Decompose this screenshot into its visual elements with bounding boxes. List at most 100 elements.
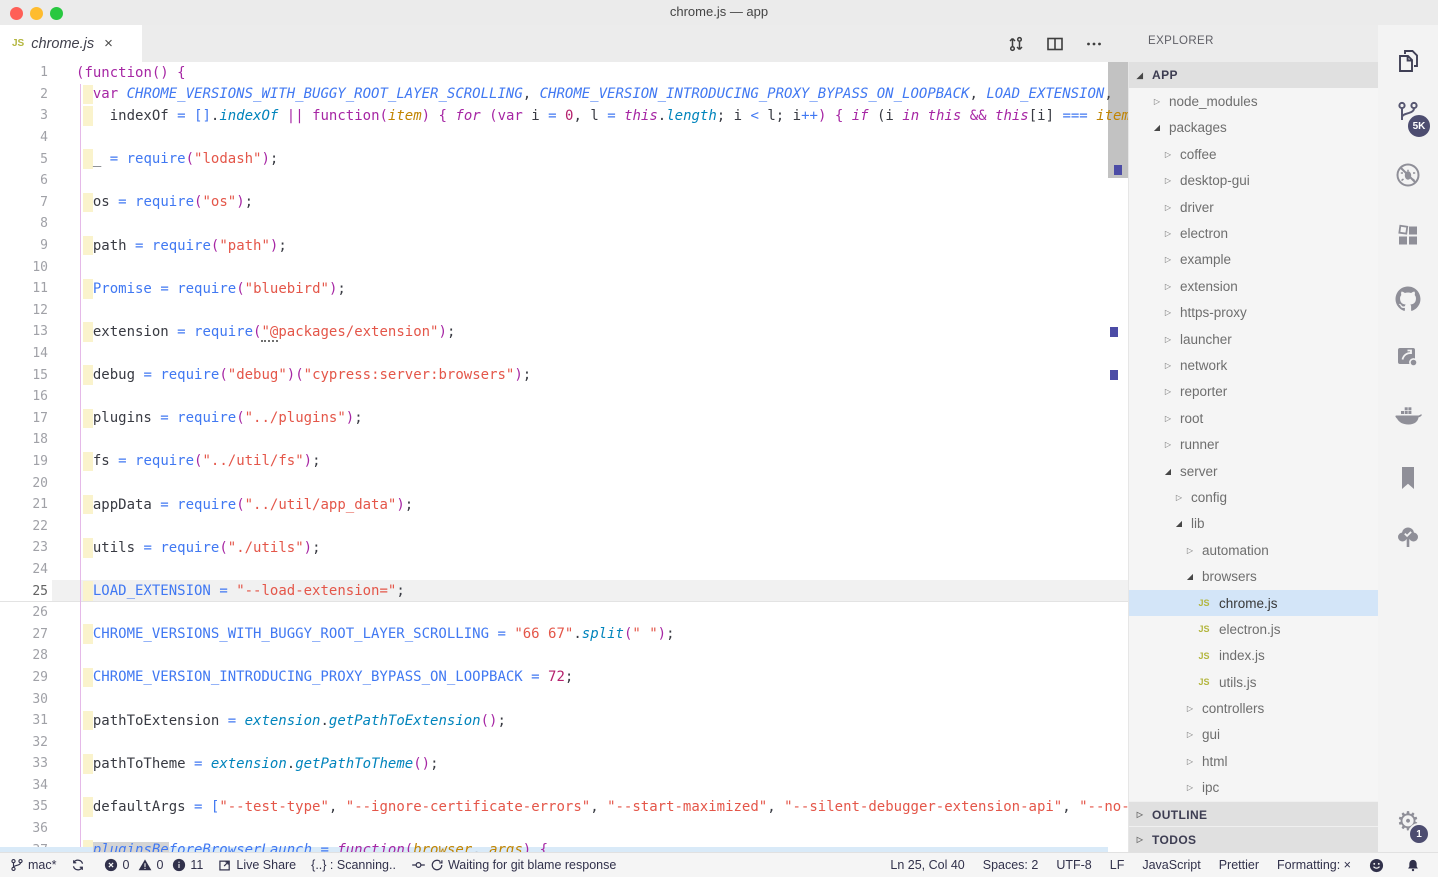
section-outline[interactable]: ▷OUTLINE (1129, 801, 1378, 827)
split-editor-icon[interactable] (1044, 33, 1065, 54)
status-item-ln-25-col-40[interactable]: Ln 25, Col 40 (872, 858, 964, 872)
code-line[interactable]: 8 (0, 213, 1128, 235)
code-line[interactable]: 16 (0, 386, 1128, 408)
code-line[interactable]: 18 (0, 429, 1128, 451)
code-line[interactable]: 36 (0, 818, 1128, 840)
activity-testing-button[interactable] (1378, 518, 1438, 562)
status-item-spaces-2[interactable]: Spaces: 2 (965, 858, 1039, 872)
activity-docker-button[interactable] (1378, 395, 1438, 439)
more-actions-icon[interactable] (1083, 33, 1104, 54)
tree-folder-driver[interactable]: ▷driver (1129, 194, 1378, 220)
code-line[interactable]: 11 Promise = require("bluebird"); (0, 278, 1128, 300)
tree-file-utils-js[interactable]: JSutils.js (1129, 669, 1378, 695)
status-item[interactable] (1351, 858, 1388, 873)
section-app[interactable]: ◢ APP (1129, 62, 1378, 88)
status-item-formatting-[interactable]: Formatting: × (1259, 858, 1351, 872)
tree-folder-extension[interactable]: ▷extension (1129, 273, 1378, 299)
tree-folder-coffee[interactable]: ▷coffee (1129, 141, 1378, 167)
tree-folder-browsers[interactable]: ◢browsers (1129, 563, 1378, 589)
tree-file-chrome-js[interactable]: JSchrome.js (1129, 590, 1378, 616)
code-line[interactable]: 6 (0, 170, 1128, 192)
open-changes-icon[interactable] (1005, 33, 1026, 54)
code-line[interactable]: 22 (0, 515, 1128, 537)
code-line[interactable]: 25 LOAD_EXTENSION = "--load-extension="; (0, 580, 1128, 602)
section-todos[interactable]: ▷TODOS (1129, 826, 1378, 852)
code-line[interactable]: 15 debug = require("debug")("cypress:ser… (0, 364, 1128, 386)
code-line[interactable]: 32 (0, 731, 1128, 753)
tree-folder-automation[interactable]: ▷automation (1129, 537, 1378, 563)
tree-folder-root[interactable]: ▷root (1129, 405, 1378, 431)
status-item-lf[interactable]: LF (1092, 858, 1125, 872)
code-line[interactable]: 33 pathToTheme = extension.getPathToThem… (0, 753, 1128, 775)
code-line[interactable]: 20 (0, 472, 1128, 494)
tree-file-electron-js[interactable]: JSelectron.js (1129, 616, 1378, 642)
code-line[interactable]: 19 fs = require("../util/fs"); (0, 451, 1128, 473)
code-line[interactable]: 29 CHROME_VERSION_INTRODUCING_PROXY_BYPA… (0, 667, 1128, 689)
status-item-prettier[interactable]: Prettier (1201, 858, 1259, 872)
code-line[interactable]: 30 (0, 688, 1128, 710)
code-line[interactable]: 13 extension = require("@packages/extens… (0, 321, 1128, 343)
tree-folder-reporter[interactable]: ▷reporter (1129, 379, 1378, 405)
tree-folder-launcher[interactable]: ▷launcher (1129, 326, 1378, 352)
code-line[interactable]: 10 (0, 256, 1128, 278)
status-item[interactable] (1388, 858, 1424, 873)
tree-folder-config[interactable]: ▷config (1129, 484, 1378, 510)
status-item-live-share[interactable]: Live Share (218, 858, 296, 872)
activity-source-control-button[interactable]: 5K (1378, 93, 1438, 137)
code-line[interactable]: 24 (0, 559, 1128, 581)
code-line[interactable]: 17 plugins = require("../plugins"); (0, 408, 1128, 430)
tree-folder-ipc[interactable]: ▷ipc (1129, 775, 1378, 801)
tree-folder-https-proxy[interactable]: ▷https-proxy (1129, 300, 1378, 326)
status-item-utf-8[interactable]: UTF-8 (1038, 858, 1091, 872)
code-line[interactable]: 5 _ = require("lodash"); (0, 148, 1128, 170)
status-item-0[interactable]: 0 (138, 858, 163, 872)
code-line[interactable]: 35 defaultArgs = ["--test-type", "--igno… (0, 796, 1128, 818)
tree-folder-node-modules[interactable]: ▷node_modules (1129, 88, 1378, 114)
status-item-mac-[interactable]: mac* (10, 858, 56, 872)
vertical-scrollbar[interactable] (1108, 62, 1128, 852)
code-line[interactable]: 26 (0, 602, 1128, 624)
tree-folder-desktop-gui[interactable]: ▷desktop-gui (1129, 168, 1378, 194)
code-line[interactable]: 28 (0, 645, 1128, 667)
status-item-11[interactable]: 11 (172, 858, 203, 872)
status-item-0[interactable]: 0 (104, 858, 129, 872)
code-line[interactable]: 14 (0, 343, 1128, 365)
tree-folder-runner[interactable]: ▷runner (1129, 431, 1378, 457)
code-line[interactable]: 34 (0, 775, 1128, 797)
status-item[interactable] (71, 858, 89, 872)
tree-folder-lib[interactable]: ◢lib (1129, 511, 1378, 537)
tree-file-index-js[interactable]: JSindex.js (1129, 643, 1378, 669)
code-line[interactable]: 9 path = require("path"); (0, 235, 1128, 257)
code-line[interactable]: 31 pathToExtension = extension.getPathTo… (0, 710, 1128, 732)
tree-folder-packages[interactable]: ◢packages (1129, 115, 1378, 141)
activity-settings-button[interactable]: ⚙1 (1378, 799, 1438, 843)
code-editor[interactable]: 1(function() {2 var CHROME_VERSIONS_WITH… (0, 62, 1128, 852)
code-line[interactable]: 2 var CHROME_VERSIONS_WITH_BUGGY_ROOT_LA… (0, 84, 1128, 106)
code-line[interactable]: 1(function() { (0, 62, 1128, 84)
status-item-waiting-for-git-blame-re[interactable]: Waiting for git blame response (411, 858, 616, 872)
activity-extensions-button[interactable] (1378, 216, 1438, 260)
code-line[interactable]: 12 (0, 300, 1128, 322)
status-item--scanning-[interactable]: {..} : Scanning.. (311, 858, 396, 872)
tree-folder-server[interactable]: ◢server (1129, 458, 1378, 484)
tree-folder-example[interactable]: ▷example (1129, 247, 1378, 273)
code-line[interactable]: 23 utils = require("./utils"); (0, 537, 1128, 559)
activity-github-button[interactable] (1378, 279, 1438, 323)
tree-folder-electron[interactable]: ▷electron (1129, 220, 1378, 246)
activity-explorer-button[interactable] (1378, 41, 1438, 85)
code-line[interactable]: 4 (0, 127, 1128, 149)
activity-live-share-button[interactable] (1378, 337, 1438, 381)
activity-bookmarks-button[interactable] (1378, 458, 1438, 502)
code-line[interactable]: 27 CHROME_VERSIONS_WITH_BUGGY_ROOT_LAYER… (0, 623, 1128, 645)
tree-folder-gui[interactable]: ▷gui (1129, 722, 1378, 748)
tree-folder-controllers[interactable]: ▷controllers (1129, 695, 1378, 721)
tree-folder-html[interactable]: ▷html (1129, 748, 1378, 774)
close-tab-icon[interactable]: × (104, 36, 113, 51)
status-item-javascript[interactable]: JavaScript (1124, 858, 1200, 872)
code-line[interactable]: 3 indexOf = [].indexOf || function(item)… (0, 105, 1128, 127)
activity-debug-button[interactable] (1378, 155, 1438, 199)
tree-folder-network[interactable]: ▷network (1129, 352, 1378, 378)
code-line[interactable]: 7 os = require("os"); (0, 192, 1128, 214)
code-line[interactable]: 21 appData = require("../util/app_data")… (0, 494, 1128, 516)
tab-chrome-js[interactable]: JS chrome.js × (0, 25, 142, 62)
